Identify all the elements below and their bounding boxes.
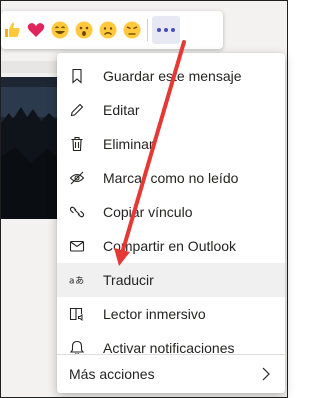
menu-item-label: Editar bbox=[103, 102, 140, 118]
mark-unread-icon bbox=[69, 170, 85, 186]
laugh-reaction[interactable] bbox=[49, 19, 71, 41]
chevron-right-icon bbox=[261, 367, 271, 381]
mail-icon bbox=[69, 238, 85, 254]
immersive-reader-icon bbox=[69, 306, 85, 322]
menu-list: Guardar este mensaje Editar Eliminar Mar… bbox=[57, 59, 285, 365]
menu-item-copy-link[interactable]: Copiar vínculo bbox=[57, 195, 285, 229]
message-context-menu: Guardar este mensaje Editar Eliminar Mar… bbox=[57, 53, 285, 393]
menu-item-share-outlook[interactable]: Compartir en Outlook bbox=[57, 229, 285, 263]
like-reaction[interactable] bbox=[1, 19, 23, 41]
menu-item-edit[interactable]: Editar bbox=[57, 93, 285, 127]
message-divider bbox=[1, 61, 61, 73]
translate-icon: aあ bbox=[69, 272, 85, 288]
surprised-reaction[interactable] bbox=[73, 19, 95, 41]
menu-item-label: Guardar este mensaje bbox=[103, 68, 242, 84]
menu-item-delete[interactable]: Eliminar bbox=[57, 127, 285, 161]
heart-icon bbox=[27, 23, 45, 37]
menu-item-label: Traducir bbox=[103, 272, 154, 288]
more-options-button[interactable] bbox=[152, 16, 180, 44]
ellipsis-icon bbox=[157, 28, 175, 32]
pencil-icon bbox=[69, 102, 85, 118]
menu-item-label: Lector inmersivo bbox=[103, 306, 206, 322]
angry-reaction[interactable] bbox=[121, 19, 143, 41]
trash-icon bbox=[69, 136, 85, 152]
angry-face-icon bbox=[123, 21, 141, 39]
menu-item-label: Marcar como no leído bbox=[103, 170, 239, 186]
reaction-bar bbox=[1, 11, 223, 49]
more-actions-label: Más acciones bbox=[69, 366, 155, 382]
heart-reaction[interactable] bbox=[25, 19, 47, 41]
surprised-face-icon bbox=[75, 21, 93, 39]
sad-reaction[interactable] bbox=[97, 19, 119, 41]
menu-item-immersive-reader[interactable]: Lector inmersivo bbox=[57, 297, 285, 331]
message-image-thumbnail[interactable] bbox=[1, 77, 61, 219]
menu-item-save-message[interactable]: Guardar este mensaje bbox=[57, 59, 285, 93]
reaction-separator bbox=[147, 19, 148, 41]
svg-text:あ: あ bbox=[75, 276, 84, 287]
menu-item-label: Eliminar bbox=[103, 136, 154, 152]
menu-item-label: Copiar vínculo bbox=[103, 204, 193, 220]
thumbs-up-icon bbox=[5, 22, 20, 37]
sad-face-icon bbox=[99, 21, 117, 39]
svg-text:a: a bbox=[69, 277, 74, 287]
more-actions-item[interactable]: Más acciones bbox=[57, 355, 285, 393]
laughing-face-icon bbox=[51, 21, 69, 39]
menu-item-label: Compartir en Outlook bbox=[103, 238, 237, 254]
menu-item-translate[interactable]: aあ Traducir bbox=[57, 263, 285, 297]
menu-item-mark-unread[interactable]: Marcar como no leído bbox=[57, 161, 285, 195]
link-icon bbox=[69, 204, 85, 220]
teams-chat-pane: Guardar este mensaje Editar Eliminar Mar… bbox=[0, 0, 288, 398]
bookmark-icon bbox=[69, 68, 85, 84]
